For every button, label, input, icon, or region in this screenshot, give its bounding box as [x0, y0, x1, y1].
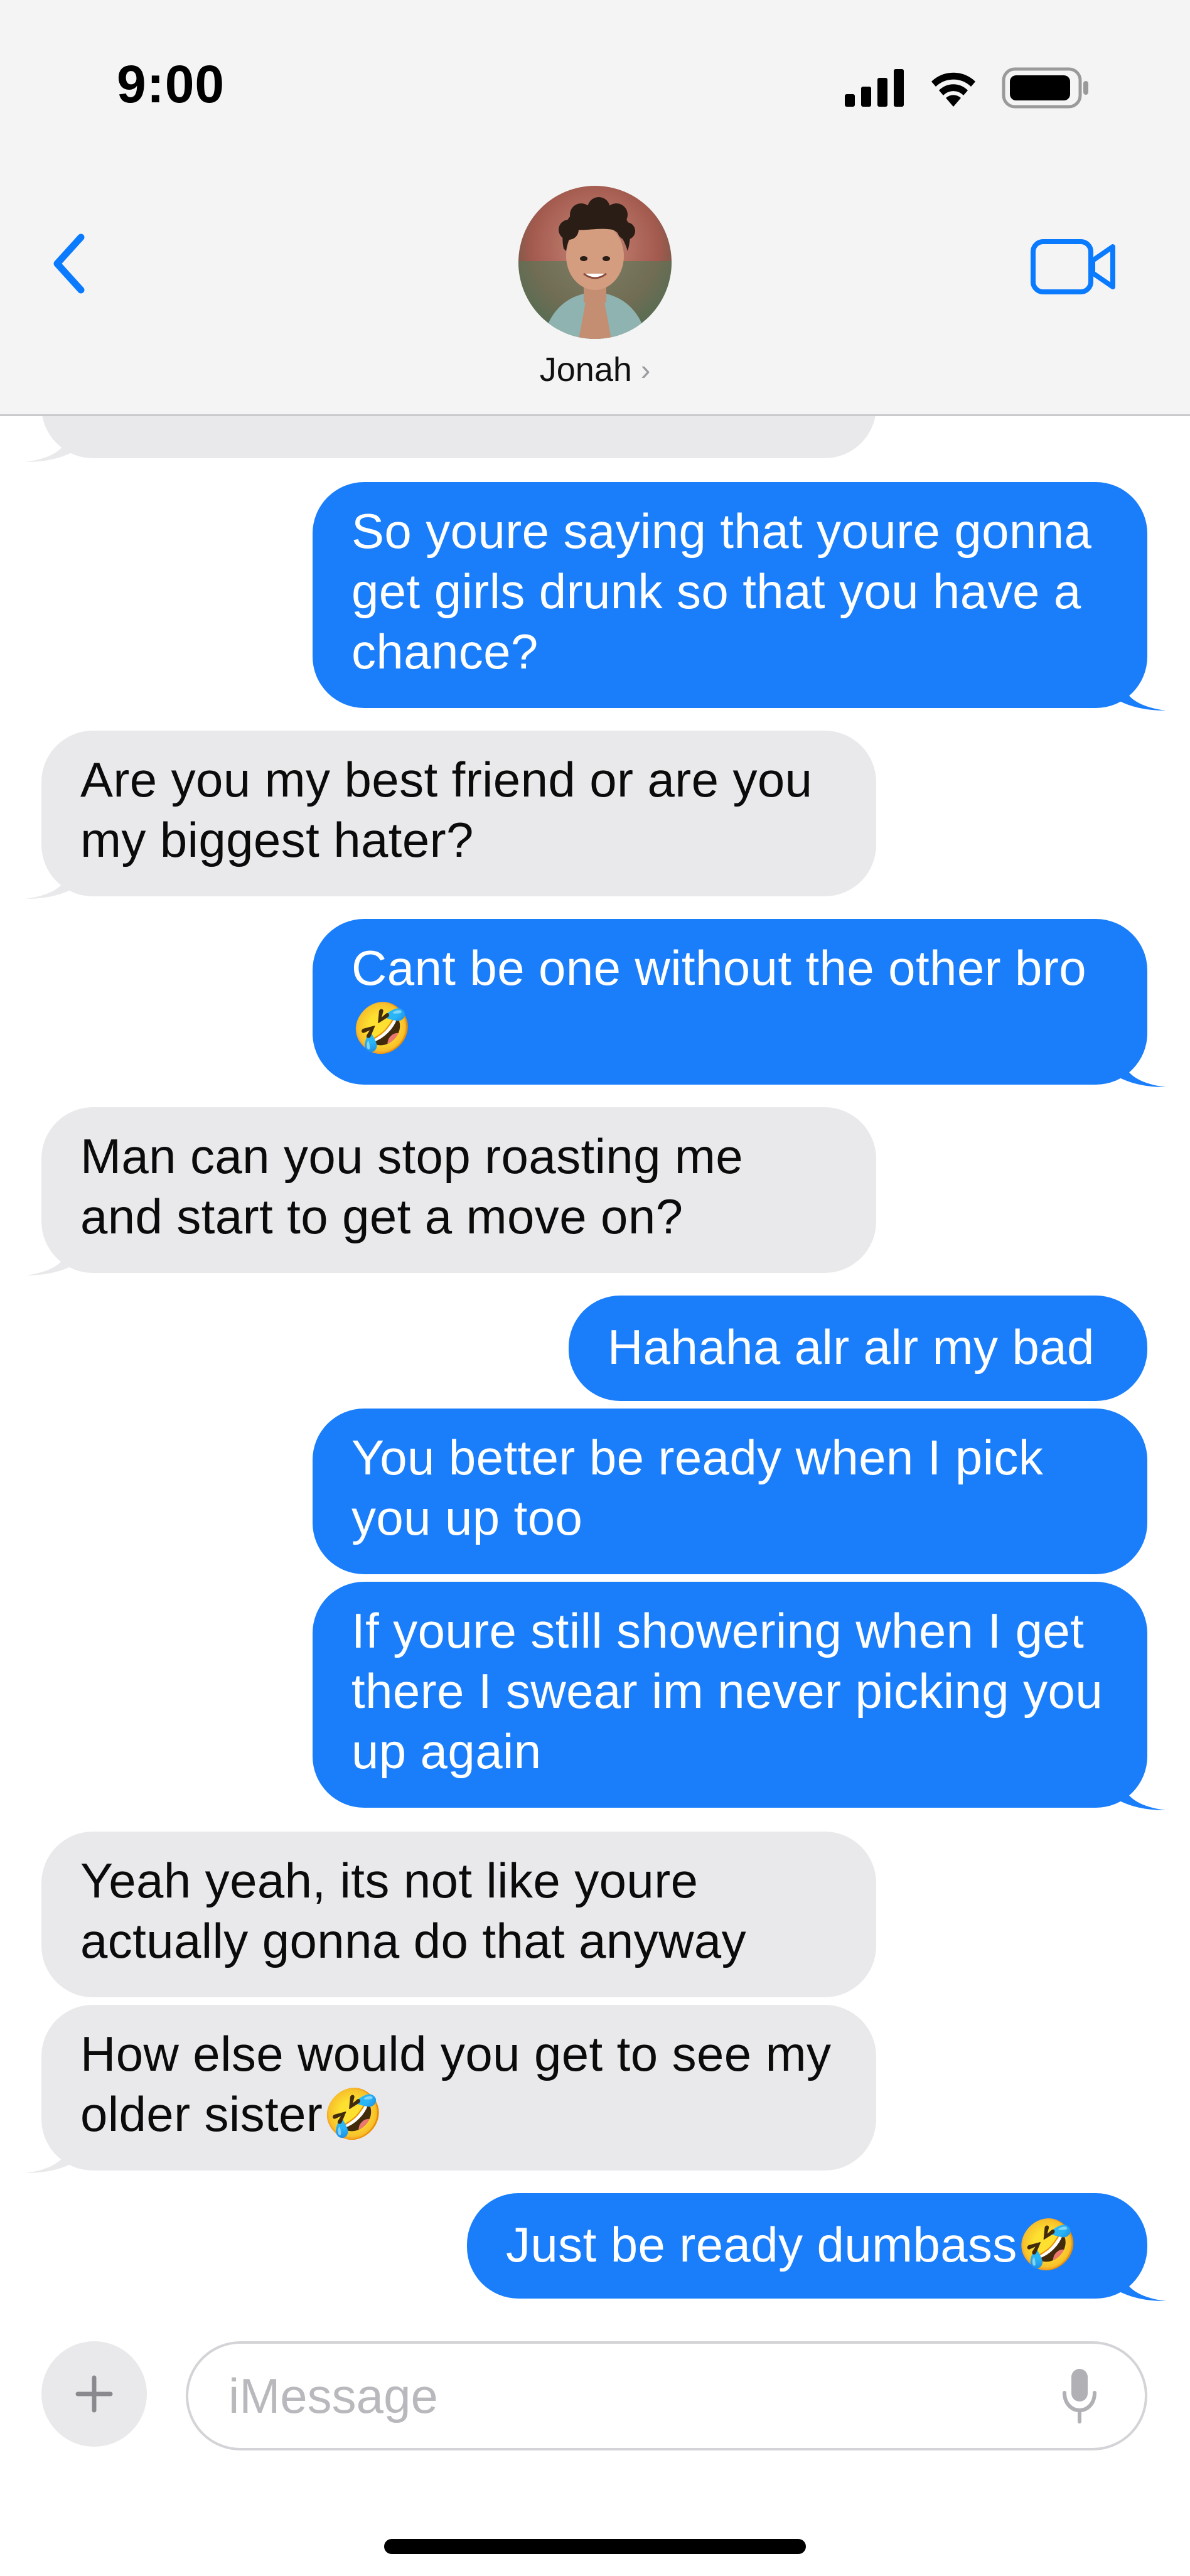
message-text: Just be ready dumbass🤣 [506, 2217, 1079, 2272]
message-text: How else would you get to see my older s… [80, 2026, 832, 2142]
message-bubble-incoming[interactable]: Man can you stop roasting me and start t… [41, 1107, 876, 1273]
message-bubble-outgoing[interactable]: Cant be one without the other bro🤣 [313, 919, 1147, 1085]
bubble-tail [25, 1247, 75, 1275]
status-icons [845, 63, 1090, 113]
facetime-video-button[interactable] [1027, 232, 1121, 301]
message-text: Hahaha alr alr my bad [608, 1319, 1095, 1375]
avatar[interactable] [518, 186, 672, 339]
message-bubble-outgoing[interactable]: So youre saying that youre gonna get gir… [313, 482, 1147, 708]
microphone-icon [1063, 2369, 1096, 2423]
message-text: Man can you stop roasting me and start t… [80, 1129, 744, 1244]
bubble-tail [1116, 2272, 1166, 2301]
composer-bar [0, 2316, 1190, 2576]
status-time: 9:00 [117, 55, 225, 114]
bubble-tail [25, 433, 75, 462]
dictation-button[interactable] [1054, 2365, 1105, 2428]
bubble-tail [1116, 1781, 1166, 1810]
bubble-tail [25, 2144, 75, 2173]
message-bubble-incoming[interactable]: Are you my best friend or are you my big… [41, 731, 876, 896]
message-text: So youre saying that youre gonna get gir… [351, 503, 1092, 679]
message-text: Yeah yeah, its not like youre actually g… [80, 1853, 746, 1968]
message-text: Are you my best friend or are you my big… [80, 752, 813, 867]
contact-name: Jonah [539, 351, 632, 389]
message-text: Cant be one without the other bro🤣 [351, 940, 1086, 1056]
message-bubble-outgoing[interactable]: Just be ready dumbass🤣 [467, 2193, 1147, 2299]
wifi-icon [931, 72, 975, 107]
home-indicator[interactable] [384, 2539, 806, 2554]
apps-plus-button[interactable] [41, 2341, 147, 2447]
cellular-signal-icon [845, 69, 904, 107]
plus-icon [75, 2375, 113, 2413]
contact-header[interactable]: Jonah › [0, 186, 1190, 389]
message-bubble-outgoing[interactable]: Hahaha alr alr my bad [569, 1296, 1147, 1401]
message-input[interactable] [227, 2366, 1008, 2425]
chevron-right-icon: › [640, 353, 651, 386]
conversation-header: 9:00 Jonah › [0, 0, 1190, 416]
bubble-tail [1116, 682, 1166, 711]
message-bubble-outgoing[interactable]: If youre still showering when I get ther… [313, 1582, 1147, 1808]
message-bubble-outgoing[interactable]: You better be ready when I pick you up t… [313, 1409, 1147, 1574]
message-input-field[interactable] [186, 2341, 1147, 2450]
message-bubble-incoming[interactable]: How else would you get to see my older s… [41, 2005, 876, 2171]
bubble-tail [25, 870, 75, 899]
message-bubble-incoming[interactable]: Yeah yeah, its not like youre actually g… [41, 1832, 876, 1997]
contact-photo [518, 186, 672, 339]
bubble-tail [1116, 1058, 1166, 1087]
battery-icon [1002, 67, 1088, 109]
video-camera-icon [1031, 239, 1115, 294]
message-text: You better be ready when I pick you up t… [351, 1430, 1044, 1545]
message-text: If youre still showering when I get ther… [351, 1603, 1103, 1779]
contact-name-row[interactable]: Jonah › [540, 350, 650, 389]
